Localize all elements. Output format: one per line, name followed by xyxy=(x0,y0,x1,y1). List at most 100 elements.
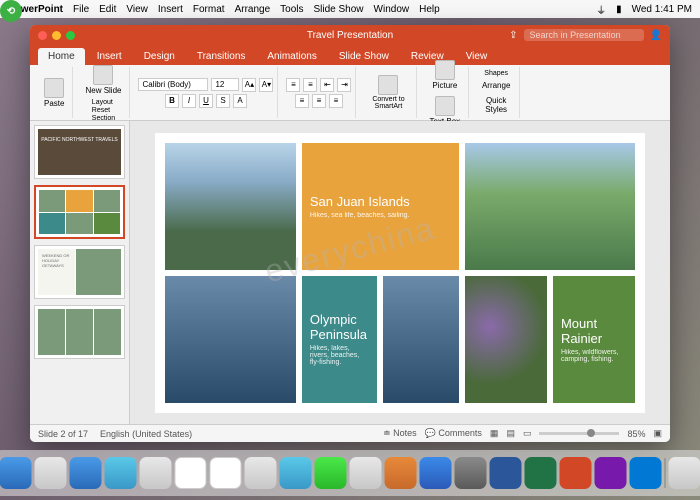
text-box-icon xyxy=(435,96,455,116)
decrease-font-button[interactable]: A▾ xyxy=(259,78,273,92)
dock-finder[interactable] xyxy=(0,457,32,489)
comments-button[interactable]: 💬 Comments xyxy=(425,428,482,439)
menu-window[interactable]: Window xyxy=(374,4,410,15)
dock-messages[interactable] xyxy=(280,457,312,489)
menu-insert[interactable]: Insert xyxy=(158,4,183,15)
menu-tools[interactable]: Tools xyxy=(280,4,303,15)
dock-appstore[interactable] xyxy=(420,457,452,489)
font-select[interactable]: Calibri (Body) xyxy=(138,78,208,91)
ribbon: Paste New Slide Layout Reset Section Cal… xyxy=(30,65,670,121)
align-center-button[interactable]: ≡ xyxy=(312,94,326,108)
arrange-button[interactable]: Arrange xyxy=(478,79,514,92)
picture-button[interactable]: Picture xyxy=(428,58,461,92)
thumbnail-2[interactable] xyxy=(34,185,125,239)
tab-home[interactable]: Home xyxy=(38,48,85,65)
shapes-button[interactable]: Shapes xyxy=(484,70,508,77)
tab-slideshow[interactable]: Slide Show xyxy=(329,48,399,65)
menu-file[interactable]: File xyxy=(73,4,89,15)
numbering-button[interactable]: ≡ xyxy=(303,78,317,92)
dock-notes[interactable] xyxy=(210,457,242,489)
dock-facetime[interactable] xyxy=(315,457,347,489)
normal-view-button[interactable]: ▦ xyxy=(490,428,499,439)
powerpoint-window: Travel Presentation ⇪ Search in Presenta… xyxy=(30,25,670,442)
new-slide-button[interactable]: New Slide xyxy=(81,63,125,97)
close-button[interactable] xyxy=(38,31,47,40)
dock-reminders[interactable] xyxy=(245,457,277,489)
menu-slideshow[interactable]: Slide Show xyxy=(314,4,364,15)
tab-animations[interactable]: Animations xyxy=(257,48,326,65)
bold-button[interactable]: B xyxy=(165,94,179,108)
content-area: PACIFIC NORTHWEST TRAVELS WEEKEND OR HOL… xyxy=(30,121,670,424)
slideshow-view-button[interactable]: ▭ xyxy=(523,428,532,439)
wifi-icon[interactable]: ⏚ xyxy=(596,2,606,17)
dock-onenote[interactable] xyxy=(595,457,627,489)
dock-excel[interactable] xyxy=(525,457,557,489)
menu-edit[interactable]: Edit xyxy=(99,4,116,15)
minimize-button[interactable] xyxy=(52,31,61,40)
slide-content: San Juan Islands Hikes, sea life, beache… xyxy=(155,133,645,413)
dock-word[interactable] xyxy=(490,457,522,489)
dock-powerpoint[interactable] xyxy=(560,457,592,489)
text-tile-olympic[interactable]: Olympic Peninsula Hikes, lakes, rivers, … xyxy=(302,276,378,403)
indent-right-button[interactable]: ⇥ xyxy=(337,78,351,92)
quick-styles-button[interactable]: Quick Styles xyxy=(477,94,515,116)
user-icon[interactable]: 👤 xyxy=(650,30,662,41)
slide-thumbnails: PACIFIC NORTHWEST TRAVELS WEEKEND OR HOL… xyxy=(30,121,130,424)
layout-button[interactable]: Layout xyxy=(92,99,115,106)
paste-button[interactable]: Paste xyxy=(40,76,68,110)
dock-calendar[interactable] xyxy=(175,457,207,489)
language-indicator[interactable]: English (United States) xyxy=(100,429,192,439)
reset-button[interactable]: Reset xyxy=(92,107,115,114)
dock-mail[interactable] xyxy=(105,457,137,489)
slide-canvas[interactable]: San Juan Islands Hikes, sea life, beache… xyxy=(130,121,670,424)
dock-trash[interactable] xyxy=(669,457,700,489)
text-tile-sanjuan[interactable]: San Juan Islands Hikes, sea life, beache… xyxy=(302,143,459,270)
image-tile-mountain[interactable] xyxy=(165,143,296,270)
tab-view[interactable]: View xyxy=(456,48,498,65)
tab-design[interactable]: Design xyxy=(134,48,185,65)
tab-transitions[interactable]: Transitions xyxy=(187,48,256,65)
thumbnail-4[interactable] xyxy=(34,305,125,359)
italic-button[interactable]: I xyxy=(182,94,196,108)
notes-button[interactable]: ≐ Notes xyxy=(383,428,417,439)
align-right-button[interactable]: ≡ xyxy=(329,94,343,108)
zoom-slider[interactable] xyxy=(539,432,619,435)
underline-button[interactable]: U xyxy=(199,94,213,108)
image-tile-flowers[interactable] xyxy=(465,276,547,403)
increase-font-button[interactable]: A▴ xyxy=(242,78,256,92)
search-input[interactable]: Search in Presentation xyxy=(524,29,644,41)
dock-outlook[interactable] xyxy=(630,457,662,489)
convert-smartart-button[interactable]: Convert to SmartArt xyxy=(364,73,412,112)
zoom-level[interactable]: 85% xyxy=(627,429,645,439)
dock-safari[interactable] xyxy=(70,457,102,489)
menu-view[interactable]: View xyxy=(126,4,148,15)
bullets-button[interactable]: ≡ xyxy=(286,78,300,92)
fit-button[interactable]: ▣ xyxy=(653,428,662,439)
thumbnail-3[interactable]: WEEKEND OR HOLIDAY GETAWAYS xyxy=(34,245,125,299)
macos-menubar: PowerPoint File Edit View Insert Format … xyxy=(0,0,700,18)
battery-icon[interactable]: ▮ xyxy=(616,4,622,15)
image-tile-lake[interactable] xyxy=(165,276,296,403)
thumbnail-1[interactable]: PACIFIC NORTHWEST TRAVELS xyxy=(34,125,125,179)
dock-itunes[interactable] xyxy=(385,457,417,489)
font-size-select[interactable]: 12 xyxy=(211,78,239,91)
clock[interactable]: Wed 1:41 PM xyxy=(632,4,692,15)
share-icon[interactable]: ⇪ xyxy=(509,30,517,41)
image-tile-panorama[interactable] xyxy=(465,143,635,270)
align-left-button[interactable]: ≡ xyxy=(295,94,309,108)
dock-launchpad[interactable] xyxy=(35,457,67,489)
brand-logo: ⟲ xyxy=(0,0,22,22)
maximize-button[interactable] xyxy=(66,31,75,40)
indent-left-button[interactable]: ⇤ xyxy=(320,78,334,92)
sorter-view-button[interactable]: ▤ xyxy=(506,428,515,439)
menu-arrange[interactable]: Arrange xyxy=(235,4,271,15)
menu-help[interactable]: Help xyxy=(419,4,440,15)
dock-contacts[interactable] xyxy=(140,457,172,489)
text-tile-rainier[interactable]: Mount Rainier Hikes, wildflowers, campin… xyxy=(553,276,635,403)
menu-format[interactable]: Format xyxy=(193,4,225,15)
dock-settings[interactable] xyxy=(455,457,487,489)
font-color-button[interactable]: A xyxy=(233,94,247,108)
image-tile-fishing[interactable] xyxy=(383,276,459,403)
dock-photobooth[interactable] xyxy=(350,457,382,489)
strike-button[interactable]: S xyxy=(216,94,230,108)
